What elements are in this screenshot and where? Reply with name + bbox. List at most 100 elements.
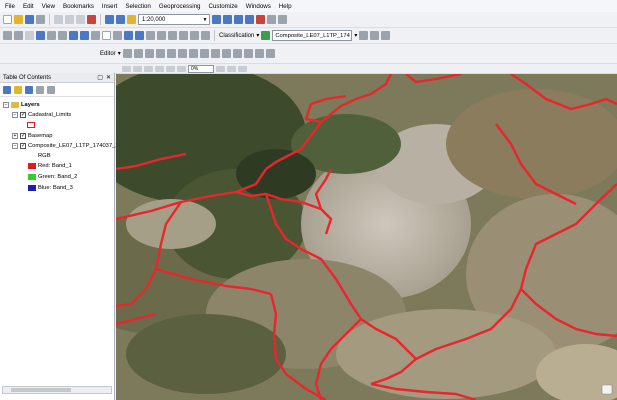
map-display[interactable] bbox=[116, 74, 617, 400]
layers-dataframe[interactable]: − Layers bbox=[3, 100, 40, 109]
menu-insert[interactable]: Insert bbox=[102, 3, 117, 10]
zoom-out-icon[interactable] bbox=[14, 31, 23, 40]
editor-menu[interactable]: Editor bbox=[100, 51, 116, 57]
expand-icon[interactable]: + bbox=[12, 132, 18, 139]
menu-edit[interactable]: Edit bbox=[23, 3, 34, 10]
search-window-icon[interactable] bbox=[245, 15, 254, 24]
go-to-xy-icon[interactable] bbox=[168, 31, 177, 40]
new-document-icon[interactable] bbox=[3, 15, 12, 24]
select-features-icon[interactable] bbox=[91, 31, 100, 40]
menu-customize[interactable]: Customize bbox=[209, 3, 238, 10]
undo-icon[interactable] bbox=[105, 15, 114, 24]
reshape-icon[interactable] bbox=[199, 49, 209, 58]
close-icon[interactable]: ✕ bbox=[106, 74, 111, 81]
editor-toolbar-icon[interactable] bbox=[212, 15, 221, 24]
full-extent-icon[interactable] bbox=[36, 31, 45, 40]
polygon-outline-symbol-icon[interactable] bbox=[27, 121, 35, 128]
toc-horizontal-scrollbar[interactable] bbox=[2, 386, 112, 394]
menu-selection[interactable]: Selection bbox=[125, 3, 150, 10]
model-builder-icon[interactable] bbox=[278, 15, 287, 24]
map-scale-combobox[interactable]: 1:20,000 ▼ bbox=[138, 14, 210, 25]
delete-icon[interactable] bbox=[87, 15, 96, 24]
brightness-icon[interactable] bbox=[155, 65, 164, 72]
paste-icon[interactable] bbox=[76, 15, 85, 24]
menu-bookmarks[interactable]: Bookmarks bbox=[63, 3, 94, 10]
measure-icon[interactable] bbox=[146, 31, 155, 40]
clear-selection-icon[interactable] bbox=[102, 31, 111, 40]
point-icon[interactable] bbox=[177, 49, 187, 58]
collapse-icon[interactable]: − bbox=[12, 142, 18, 149]
pan-icon[interactable] bbox=[25, 31, 34, 40]
sketch-properties-icon[interactable] bbox=[254, 49, 264, 58]
print-icon[interactable] bbox=[36, 15, 45, 24]
histogram-icon[interactable] bbox=[359, 31, 369, 40]
table-of-contents-icon[interactable] bbox=[223, 15, 232, 24]
swipe-icon[interactable] bbox=[201, 31, 210, 40]
previous-extent-icon[interactable] bbox=[69, 31, 78, 40]
list-by-selection-icon[interactable] bbox=[36, 85, 44, 94]
open-folder-icon[interactable] bbox=[14, 15, 23, 24]
layer-visibility-checkbox[interactable]: ✓ bbox=[20, 132, 26, 139]
scrollbar-thumb[interactable] bbox=[11, 388, 71, 392]
chevron-down-icon[interactable]: ▼ bbox=[201, 17, 209, 23]
layer-effects-icon[interactable] bbox=[133, 65, 142, 72]
options-icon[interactable] bbox=[381, 31, 391, 40]
list-by-source-icon[interactable] bbox=[14, 85, 22, 94]
create-features-icon[interactable] bbox=[265, 49, 275, 58]
fixed-zoom-out-icon[interactable] bbox=[58, 31, 67, 40]
chevron-down-icon[interactable]: ▾ bbox=[256, 32, 259, 39]
flicker-icon[interactable] bbox=[177, 65, 186, 72]
chevron-down-icon[interactable]: ▾ bbox=[118, 50, 121, 57]
menu-windows[interactable]: Windows bbox=[246, 3, 271, 10]
menu-file[interactable]: File bbox=[5, 3, 15, 10]
cut-icon[interactable] bbox=[54, 15, 63, 24]
table-icon[interactable] bbox=[370, 31, 380, 40]
layer-visibility-checkbox[interactable]: ✓ bbox=[20, 111, 26, 118]
select-elements-icon[interactable] bbox=[113, 31, 122, 40]
rotate-icon[interactable] bbox=[232, 49, 242, 58]
menu-geoprocessing[interactable]: Geoprocessing bbox=[159, 3, 201, 10]
contrast-icon[interactable] bbox=[144, 65, 153, 72]
end-point-arc-icon[interactable] bbox=[155, 49, 165, 58]
create-viewer-icon[interactable] bbox=[190, 31, 199, 40]
layer-cadastral-limits[interactable]: − ✓ Cadastral_Limits bbox=[12, 110, 71, 119]
cut-polygons-icon[interactable] bbox=[210, 49, 220, 58]
menu-help[interactable]: Help bbox=[279, 3, 292, 10]
edit-tool-icon[interactable] bbox=[122, 49, 132, 58]
fixed-zoom-in-icon[interactable] bbox=[47, 31, 56, 40]
trace-icon[interactable] bbox=[166, 49, 176, 58]
save-icon[interactable] bbox=[25, 15, 34, 24]
list-by-visibility-icon[interactable] bbox=[25, 85, 33, 94]
georeference-icon[interactable] bbox=[122, 65, 131, 72]
swipe-layer-icon[interactable] bbox=[166, 65, 175, 72]
python-window-icon[interactable] bbox=[267, 15, 276, 24]
display-options-icon[interactable] bbox=[227, 65, 236, 72]
edit-vertices-icon[interactable] bbox=[188, 49, 198, 58]
layer-basemap[interactable]: + ✓ Basemap bbox=[12, 131, 53, 140]
find-icon[interactable] bbox=[157, 31, 166, 40]
magnifier-icon[interactable] bbox=[238, 65, 247, 72]
layer-composite[interactable]: − ✓ Composite_LE07_L1TP_174037_20 bbox=[12, 141, 122, 150]
toc-options-icon[interactable] bbox=[47, 85, 55, 94]
layer-visibility-checkbox[interactable]: ✓ bbox=[20, 142, 26, 149]
zoom-to-raster-icon[interactable] bbox=[216, 65, 225, 72]
edit-annotation-icon[interactable] bbox=[133, 49, 143, 58]
collapse-icon[interactable]: − bbox=[12, 111, 18, 118]
split-icon[interactable] bbox=[221, 49, 231, 58]
time-slider-icon[interactable] bbox=[179, 31, 188, 40]
list-by-drawing-order-icon[interactable] bbox=[3, 85, 11, 94]
add-data-icon[interactable] bbox=[127, 15, 136, 24]
identify-icon[interactable] bbox=[124, 31, 133, 40]
pin-icon[interactable]: ▢ bbox=[97, 74, 103, 81]
transparency-dropdown[interactable]: 0% bbox=[188, 64, 214, 73]
layer-dropdown[interactable]: Composite_LE07_L1TP_174 bbox=[272, 30, 353, 41]
map-corner-icon[interactable] bbox=[601, 384, 613, 395]
copy-icon[interactable] bbox=[65, 15, 74, 24]
straight-segment-icon[interactable] bbox=[144, 49, 154, 58]
zoom-in-icon[interactable] bbox=[3, 31, 12, 40]
arctoolbox-icon[interactable] bbox=[256, 15, 265, 24]
catalog-window-icon[interactable] bbox=[234, 15, 243, 24]
next-extent-icon[interactable] bbox=[80, 31, 89, 40]
menu-view[interactable]: View bbox=[42, 3, 55, 10]
classification-label[interactable]: Classification bbox=[219, 33, 254, 39]
